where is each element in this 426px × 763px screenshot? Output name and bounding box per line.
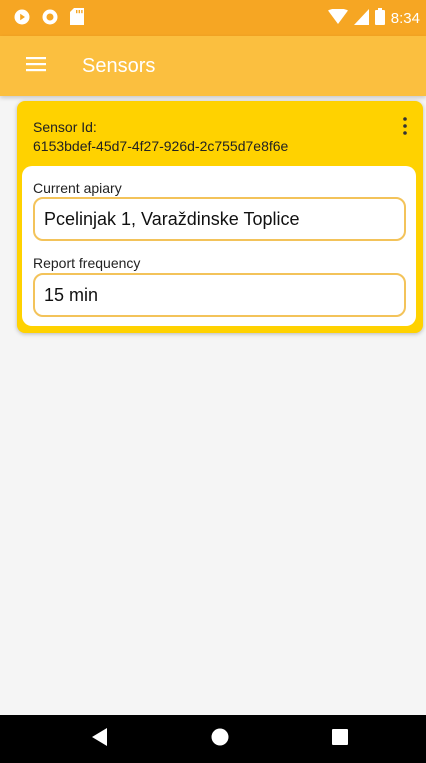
report-frequency-field[interactable]: 15 min	[33, 273, 406, 317]
current-apiary-field[interactable]: Pcelinjak 1, Varaždinske Toplice	[33, 197, 406, 241]
sd-card-icon	[70, 8, 84, 30]
status-system: 8:34	[327, 7, 420, 30]
battery-icon	[374, 8, 385, 30]
signal-icon	[353, 8, 369, 30]
wifi-icon	[327, 7, 348, 30]
status-time: 8:34	[390, 10, 420, 27]
home-circle-icon	[211, 728, 229, 751]
sensor-id-label: Sensor Id:	[33, 119, 97, 135]
page-title: Sensors	[82, 55, 156, 77]
report-frequency-label: Report frequency	[33, 255, 141, 271]
menu-button[interactable]	[22, 52, 50, 80]
back-triangle-icon	[92, 727, 108, 751]
current-apiary-label: Current apiary	[33, 180, 122, 196]
home-button[interactable]	[208, 727, 232, 751]
recents-square-icon	[332, 728, 348, 750]
navigation-bar	[0, 715, 426, 763]
play-notification-icon	[14, 9, 30, 30]
circle-notification-icon	[42, 9, 58, 30]
back-button[interactable]	[88, 727, 112, 751]
hamburger-menu-icon	[26, 56, 46, 77]
status-notifications	[14, 8, 84, 30]
sensor-card: Sensor Id: 6153bdef-45d7-4f27-926d-2c755…	[17, 101, 423, 333]
sensor-details-panel: Current apiary Pcelinjak 1, Varaždinske …	[22, 166, 416, 326]
sensor-id-value: 6153bdef-45d7-4f27-926d-2c755d7e8f6e	[33, 138, 289, 154]
recents-button[interactable]	[328, 727, 352, 751]
more-vertical-icon	[403, 116, 407, 140]
status-bar: 8:34	[0, 0, 426, 36]
app-bar: Sensors	[0, 36, 426, 96]
more-options-button[interactable]	[397, 115, 413, 141]
